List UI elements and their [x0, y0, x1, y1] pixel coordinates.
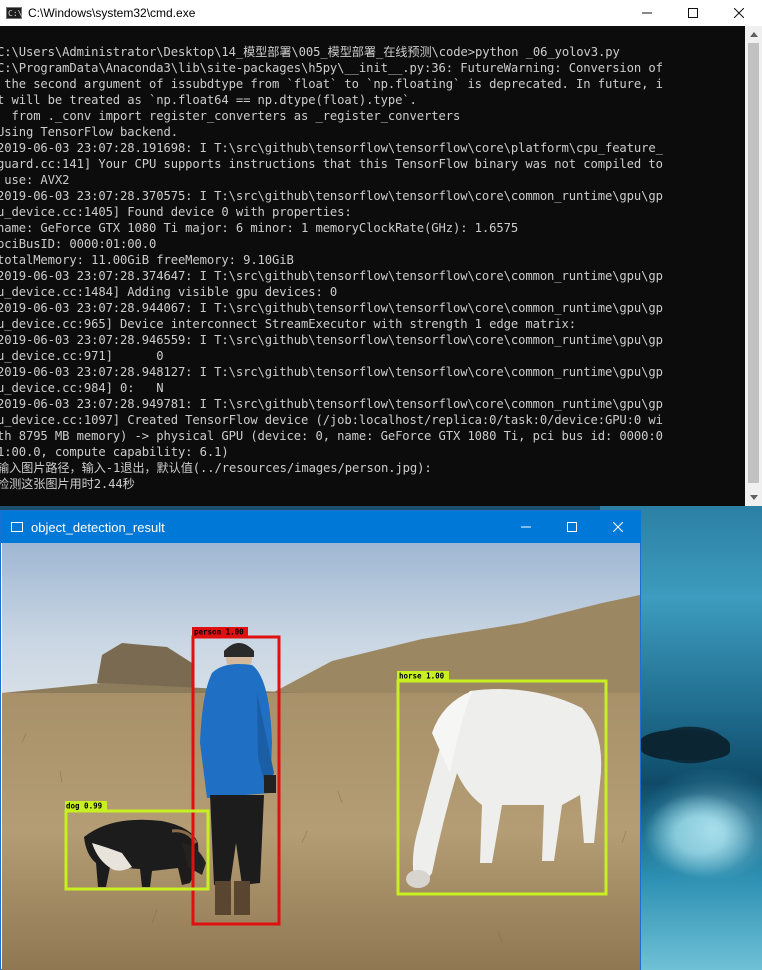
console-line: 1:00.0, compute capability: 6.1) [0, 445, 229, 459]
console-line: u_device.cc:1484] Adding visible gpu dev… [0, 285, 338, 299]
detection-label-dog: dog 0.99 [66, 802, 103, 811]
console-line: 2019-06-03 23:07:28.949781: I T:\src\git… [0, 397, 663, 411]
console-line: C:\ProgramData\Anaconda3\lib\site-packag… [0, 61, 663, 75]
viewer-window-title: object_detection_result [31, 519, 165, 535]
console-line: name: GeForce GTX 1080 Ti major: 6 minor… [0, 221, 519, 235]
detection-label-person: person 1.00 [194, 628, 244, 637]
maximize-button[interactable] [670, 0, 716, 26]
console-line: totalMemory: 11.00GiB freeMemory: 9.10Gi… [0, 253, 294, 267]
console-line: 2019-06-03 23:07:28.944067: I T:\src\git… [0, 301, 663, 315]
cmd-app-icon: C:\ [6, 7, 23, 19]
scroll-down-button[interactable] [745, 489, 762, 506]
console-line: 2019-06-03 23:07:28.191698: I T:\src\git… [0, 141, 663, 155]
console-line: 2019-06-03 23:07:28.374647: I T:\src\git… [0, 269, 663, 283]
object-detection-window[interactable]: object_detection_result person 1.00 hors… [0, 510, 641, 970]
minimize-icon [642, 12, 652, 14]
console-line: u_device.cc:965] Device interconnect Str… [0, 317, 577, 331]
console-line: 输入图片路径，输入-1退出，默认值(../resources/images/pe… [0, 461, 432, 475]
console-line: u_device.cc:971] 0 [0, 349, 164, 363]
console-line: use: AVX2 [0, 173, 70, 187]
console-line: C:\Users\Administrator\Desktop\14_模型部署\0… [0, 45, 620, 59]
viewer-titlebar[interactable]: object_detection_result [1, 511, 641, 543]
console-line: from ._conv import register_converters a… [0, 109, 461, 123]
console-output[interactable]: C:\Users\Administrator\Desktop\14_模型部署\0… [0, 44, 740, 506]
scroll-up-button[interactable] [745, 26, 762, 43]
window-app-icon [11, 522, 23, 532]
console-line: 2019-06-03 23:07:28.946559: I T:\src\git… [0, 333, 663, 347]
console-line: 检测这张图片用时2.44秒 [0, 477, 135, 491]
scrollbar-thumb[interactable] [748, 43, 759, 483]
console-line: guard.cc:141] Your CPU supports instruct… [0, 157, 663, 171]
chevron-down-icon [749, 495, 758, 500]
cmd-titlebar[interactable]: C:\ C:\Windows\system32\cmd.exe [0, 0, 762, 26]
viewer-window-controls [503, 511, 641, 543]
minimize-button[interactable] [624, 0, 670, 26]
close-button[interactable] [716, 0, 762, 26]
console-line: u_device.cc:984] 0: N [0, 381, 164, 395]
cmd-window-title: C:\Windows\system32\cmd.exe [28, 6, 196, 20]
console-line: the second argument of issubdtype from `… [0, 77, 663, 91]
vertical-scrollbar[interactable] [745, 26, 762, 506]
console-line: th 8795 MB memory) -> physical GPU (devi… [0, 429, 663, 443]
console-line: Using TensorFlow backend. [0, 125, 178, 139]
console-line: 2019-06-03 23:07:28.370575: I T:\src\git… [0, 189, 663, 203]
maximize-icon [567, 522, 577, 532]
wallpaper-rock [640, 730, 730, 760]
console-line: u_device.cc:1405] Found device 0 with pr… [0, 205, 352, 219]
cmd-window-controls [624, 0, 762, 26]
detection-scene: person 1.00 horse 1.00 dog 0.99 [2, 543, 640, 970]
close-icon [734, 8, 744, 18]
close-icon [613, 522, 623, 532]
detection-label-horse: horse 1.00 [399, 672, 445, 681]
cmd-window[interactable]: C:\ C:\Windows\system32\cmd.exe C:\Users… [0, 0, 762, 506]
console-line: 2019-06-03 23:07:28.948127: I T:\src\git… [0, 365, 663, 379]
console-line: t will be treated as `np.float64 == np.d… [0, 93, 417, 107]
minimize-button[interactable] [503, 511, 549, 543]
wallpaper-foam [640, 770, 762, 890]
minimize-icon [521, 526, 531, 528]
close-button[interactable] [595, 511, 641, 543]
maximize-icon [688, 8, 698, 18]
detection-result-image[interactable]: person 1.00 horse 1.00 dog 0.99 [2, 543, 640, 970]
console-line: pciBusID: 0000:01:00.0 [0, 237, 157, 251]
maximize-button[interactable] [549, 511, 595, 543]
console-line: u_device.cc:1097] Created TensorFlow dev… [0, 413, 663, 427]
chevron-up-icon [749, 32, 758, 37]
